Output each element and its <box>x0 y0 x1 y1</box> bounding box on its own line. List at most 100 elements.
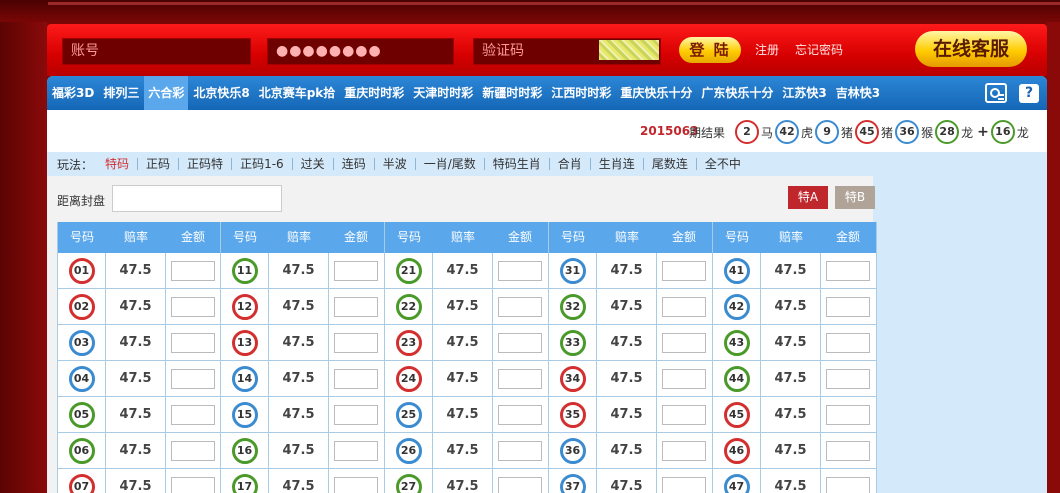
play-type-item[interactable]: 生肖连 <box>591 158 644 170</box>
column-header-odds: 赔率 <box>614 230 639 244</box>
play-type-item[interactable]: 尾数连 <box>644 158 697 170</box>
odds-value: 47.5 <box>610 479 643 493</box>
online-service-button[interactable]: 在线客服 <box>915 31 1027 67</box>
amount-input[interactable] <box>498 368 542 389</box>
help-icon[interactable]: ? <box>1019 84 1039 103</box>
odds-value: 47.5 <box>774 407 807 422</box>
odds-cell: 47.5 <box>269 253 329 288</box>
game-tab[interactable]: 广东快乐十分 <box>697 76 777 110</box>
play-type-item[interactable]: 过关 <box>293 158 334 170</box>
amount-input[interactable] <box>171 296 215 317</box>
user-card-icon[interactable] <box>985 83 1007 103</box>
amount-input[interactable] <box>498 260 542 281</box>
amount-cell <box>166 253 220 288</box>
amount-input[interactable] <box>171 332 215 353</box>
game-tab[interactable]: 福彩3D <box>48 76 98 110</box>
amount-input[interactable] <box>662 440 706 461</box>
amount-input[interactable] <box>171 476 215 493</box>
table-row: 44 47.5 <box>713 361 876 397</box>
column-header-odds: 赔率 <box>778 230 803 244</box>
play-type-item[interactable]: 合肖 <box>550 158 591 170</box>
play-type-item[interactable]: 正码 <box>138 158 180 170</box>
play-type-item[interactable]: 一肖/尾数 <box>416 158 485 170</box>
column-header-number: 号码 <box>69 230 94 244</box>
forgot-password-link[interactable]: 忘记密码 <box>795 41 843 58</box>
account-input[interactable]: 账号 <box>62 38 251 65</box>
number-cell: 27 <box>385 469 433 493</box>
game-tab[interactable]: 江苏快3 <box>778 76 830 110</box>
amount-input[interactable] <box>662 404 706 425</box>
amount-input[interactable] <box>826 332 870 353</box>
result-suffix: 期结果 <box>689 126 726 140</box>
odds-cell: 47.5 <box>761 289 821 324</box>
table-row: 14 47.5 <box>221 361 384 397</box>
odds-value: 47.5 <box>446 443 479 458</box>
game-tab[interactable]: 重庆快乐十分 <box>616 76 696 110</box>
amount-input[interactable] <box>171 440 215 461</box>
game-tab[interactable]: 吉林快3 <box>832 76 884 110</box>
number-cell: 36 <box>549 433 597 468</box>
game-tab[interactable]: 六合彩 <box>144 76 189 110</box>
game-tab[interactable]: 北京快乐8 <box>189 76 253 110</box>
amount-input[interactable] <box>498 440 542 461</box>
play-type-item[interactable]: 连码 <box>334 158 375 170</box>
number-ball: 37 <box>559 473 586 493</box>
number-cell: 22 <box>385 289 433 324</box>
amount-input[interactable] <box>334 368 378 389</box>
play-type-item[interactable]: 半波 <box>375 158 416 170</box>
amount-input[interactable] <box>334 440 378 461</box>
play-type-item[interactable]: 正码1-6 <box>232 158 293 170</box>
number-cell: 32 <box>549 289 597 324</box>
amount-input[interactable] <box>171 404 215 425</box>
amount-input[interactable] <box>334 260 378 281</box>
register-link[interactable]: 注册 <box>755 41 779 58</box>
amount-input[interactable] <box>662 332 706 353</box>
amount-input[interactable] <box>826 404 870 425</box>
game-tab[interactable]: 北京赛车pk拾 <box>255 76 340 110</box>
number-ball: 06 <box>68 437 95 464</box>
amount-input[interactable] <box>498 296 542 317</box>
captcha-image[interactable] <box>599 40 659 60</box>
amount-input[interactable] <box>334 332 378 353</box>
special-a-button[interactable]: 特A <box>788 186 828 209</box>
game-tab[interactable]: 天津时时彩 <box>409 76 477 110</box>
special-b-button[interactable]: 特B <box>835 186 875 209</box>
amount-input[interactable] <box>662 368 706 389</box>
game-tab[interactable]: 重庆时时彩 <box>340 76 408 110</box>
game-tab[interactable]: 排列三 <box>99 76 143 110</box>
game-tab[interactable]: 江西时时彩 <box>547 76 615 110</box>
game-tab[interactable]: 新疆时时彩 <box>478 76 546 110</box>
amount-input[interactable] <box>334 476 378 493</box>
play-type-item[interactable]: 特码 <box>97 158 139 170</box>
odds-value: 47.5 <box>119 407 152 422</box>
amount-input[interactable] <box>826 476 870 493</box>
play-type-item[interactable]: 全不中 <box>697 158 749 170</box>
number-cell: 05 <box>58 397 106 432</box>
number-cell: 01 <box>58 253 106 288</box>
number-ball: 31 <box>559 257 586 284</box>
table-row: 17 47.5 <box>221 469 384 493</box>
amount-input[interactable] <box>498 332 542 353</box>
play-type-item[interactable]: 正码特 <box>179 158 233 170</box>
amount-input[interactable] <box>334 404 378 425</box>
number-cell: 12 <box>221 289 269 324</box>
login-button[interactable]: 登 陆 <box>679 37 741 63</box>
amount-input[interactable] <box>662 476 706 493</box>
play-type-item[interactable]: 特码生肖 <box>485 158 550 170</box>
amount-input[interactable] <box>662 260 706 281</box>
amount-input[interactable] <box>662 296 706 317</box>
amount-input[interactable] <box>498 476 542 493</box>
amount-input[interactable] <box>171 260 215 281</box>
amount-input[interactable] <box>826 260 870 281</box>
amount-input[interactable] <box>826 440 870 461</box>
amount-input[interactable] <box>334 296 378 317</box>
amount-input[interactable] <box>826 368 870 389</box>
number-cell: 33 <box>549 325 597 360</box>
amount-input[interactable] <box>171 368 215 389</box>
amount-input[interactable] <box>826 296 870 317</box>
odds-cell: 47.5 <box>433 289 493 324</box>
table-row: 37 47.5 <box>549 469 712 493</box>
password-input[interactable]: ●●●●●●●● <box>267 38 454 65</box>
amount-input[interactable] <box>498 404 542 425</box>
number-ball: 13 <box>231 329 258 356</box>
